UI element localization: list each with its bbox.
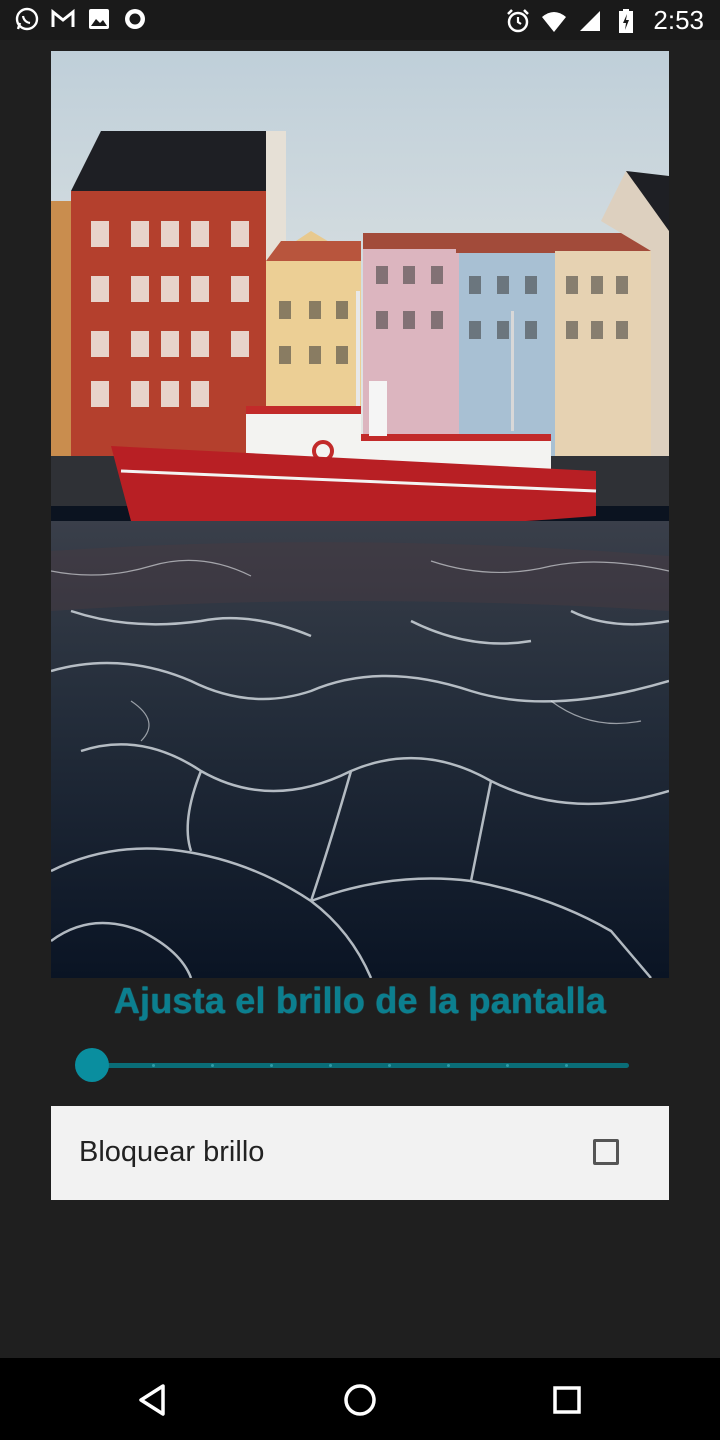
navigation-bar — [0, 1358, 720, 1440]
slider-tick — [565, 1064, 568, 1067]
lock-brightness-label: Bloquear brillo — [79, 1136, 265, 1168]
slider-tick — [152, 1064, 155, 1067]
wifi-icon — [542, 11, 567, 32]
home-icon[interactable] — [340, 1380, 380, 1420]
gallery-icon — [89, 9, 109, 29]
page-title: Ajusta el brillo de la pantalla — [113, 980, 607, 1021]
alarm-icon — [507, 8, 530, 32]
whatsapp-icon — [15, 7, 39, 31]
slider-tick — [447, 1064, 450, 1067]
recents-icon[interactable] — [547, 1380, 587, 1420]
signal-icon — [580, 10, 601, 31]
slider-thumb[interactable] — [75, 1048, 109, 1082]
slider-track[interactable] — [91, 1063, 629, 1068]
slider-tick — [270, 1064, 273, 1067]
gmail-icon — [51, 8, 75, 27]
record-icon — [125, 9, 145, 29]
brightness-slider[interactable] — [75, 1046, 635, 1086]
battery-icon — [619, 8, 634, 33]
slider-tick — [506, 1064, 509, 1067]
lock-brightness-row[interactable]: Bloquear brillo — [51, 1106, 669, 1200]
lock-brightness-checkbox[interactable] — [593, 1139, 619, 1165]
harbor-photo — [51, 51, 669, 978]
slider-tick — [329, 1064, 332, 1067]
status-time: 2:53 — [653, 5, 704, 35]
slider-tick — [211, 1064, 214, 1067]
back-icon[interactable] — [133, 1380, 173, 1420]
slider-tick — [388, 1064, 391, 1067]
status-bar: 2:53 — [0, 0, 720, 40]
